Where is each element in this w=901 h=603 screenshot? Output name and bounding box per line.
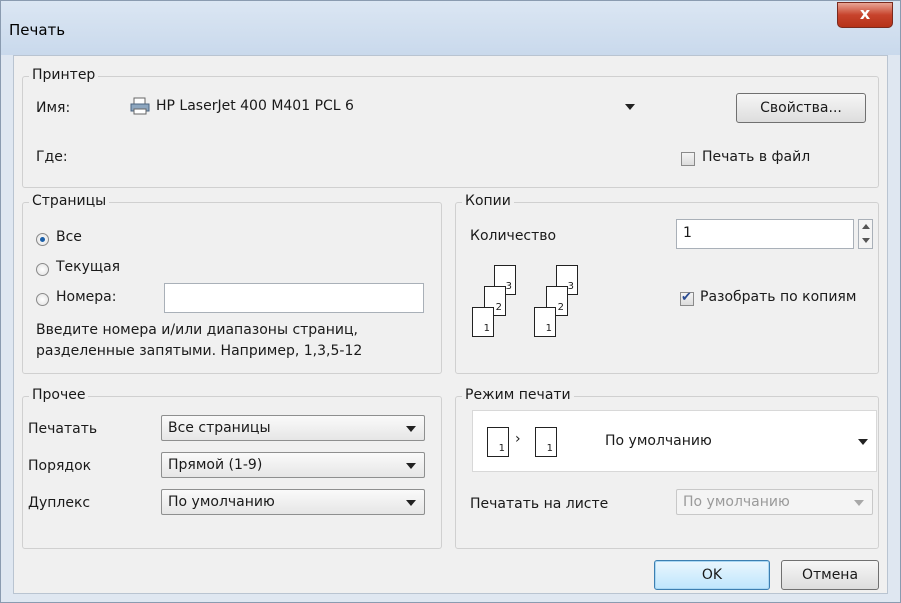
printer-icon (130, 97, 150, 119)
pages-current-radio[interactable] (36, 263, 49, 276)
properties-button[interactable]: Свойства... (736, 93, 866, 123)
copies-group-title: Копии (462, 193, 514, 209)
print-to-file-label: Печать в файл (702, 149, 811, 165)
print-to-file-checkbox[interactable] (681, 152, 695, 166)
pages-numbers-label: Номера: (56, 289, 117, 305)
print-mode-select[interactable]: 1 › 1 По умолчанию (472, 410, 877, 472)
arrow-right-icon: › (515, 431, 521, 447)
chevron-down-icon (406, 463, 416, 469)
collate-page: 1 (472, 307, 494, 337)
pages-numbers-radio[interactable] (36, 293, 49, 306)
printer-select[interactable]: HP LaserJet 400 M401 PCL 6 (122, 94, 643, 120)
pages-all-radio[interactable] (36, 233, 49, 246)
spin-down-icon[interactable] (862, 238, 870, 243)
copies-count-value: 1 (683, 225, 692, 241)
pages-hint-line2: разделенные запятыми. Например, 1,3,5-12 (36, 343, 363, 359)
print-range-value: Все страницы (168, 420, 271, 436)
other-print-label: Печатать (28, 421, 98, 437)
printer-where-label: Где: (36, 149, 68, 165)
other-order-label: Порядок (28, 458, 92, 474)
per-sheet-label: Печатать на листе (470, 496, 609, 512)
pages-hint-line1: Введите номера и/или диапазоны страниц, (36, 322, 358, 338)
pages-group-title: Страницы (29, 193, 110, 209)
copies-spinner[interactable] (858, 219, 873, 249)
other-duplex-label: Дуплекс (28, 495, 91, 511)
copies-count-label: Количество (470, 228, 557, 244)
close-button[interactable]: x (837, 2, 893, 28)
per-sheet-select[interactable]: По умолчанию (676, 489, 873, 515)
duplex-select[interactable]: По умолчанию (161, 489, 425, 515)
other-group-title: Прочее (29, 387, 89, 403)
per-sheet-value: По умолчанию (683, 494, 790, 510)
pages-all-label: Все (56, 229, 82, 245)
order-value: Прямой (1-9) (168, 457, 263, 473)
collate-page: 1 (534, 307, 556, 337)
mode-page-icon: 1 (535, 427, 557, 457)
duplex-value: По умолчанию (168, 494, 275, 510)
chevron-down-icon (406, 500, 416, 506)
copies-count-input[interactable]: 1 (676, 219, 854, 249)
print-mode-group-title: Режим печати (462, 387, 574, 403)
order-select[interactable]: Прямой (1-9) (161, 452, 425, 478)
print-range-select[interactable]: Все страницы (161, 415, 425, 441)
title-bar: Печать x (1, 1, 900, 55)
chevron-down-icon (406, 426, 416, 432)
printer-select-value: HP LaserJet 400 M401 PCL 6 (156, 98, 354, 114)
pages-current-label: Текущая (56, 259, 121, 275)
ok-button[interactable]: OK (654, 560, 770, 590)
collate-checkbox[interactable] (680, 290, 694, 306)
printer-group-title: Принтер (29, 67, 99, 83)
chevron-down-icon (858, 439, 868, 445)
print-mode-value: По умолчанию (605, 433, 712, 449)
mode-page-icon: 1 (487, 427, 509, 457)
window-title: Печать (9, 21, 66, 39)
cancel-button[interactable]: Отмена (781, 560, 879, 590)
chevron-down-icon (625, 104, 635, 110)
collate-label: Разобрать по копиям (700, 289, 857, 305)
print-dialog: Печать x Принтер Имя: HP LaserJet 400 M4… (0, 0, 901, 603)
spin-up-icon[interactable] (862, 224, 870, 229)
dialog-body: Принтер Имя: HP LaserJet 400 M401 PCL 6 … (13, 55, 888, 594)
page-numbers-input[interactable] (164, 283, 424, 313)
chevron-down-icon (854, 500, 864, 506)
printer-name-label: Имя: (36, 100, 71, 116)
